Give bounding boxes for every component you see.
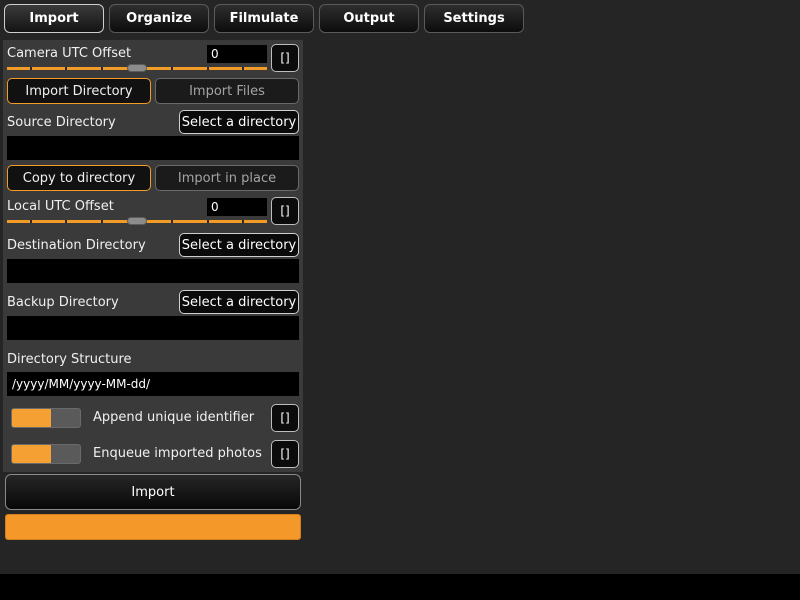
append-identifier-switch-fill [12, 409, 52, 427]
directory-structure-field[interactable]: /yyyy/MM/yyyy-MM-dd/ [7, 372, 299, 396]
enqueue-photos-switch-fill [12, 445, 52, 463]
source-directory-field[interactable] [7, 136, 299, 160]
import-progress-fill [6, 515, 300, 539]
backup-directory-field[interactable] [7, 316, 299, 340]
destination-directory-field[interactable] [7, 259, 299, 283]
backup-directory-label: Backup Directory [7, 295, 119, 310]
import-progress-bar [5, 514, 301, 540]
camera-utc-slider-handle[interactable] [127, 64, 147, 72]
backup-select-directory-button[interactable]: Select a directory [179, 290, 299, 314]
local-utc-slider-handle[interactable] [127, 217, 147, 225]
append-identifier-switch[interactable] [11, 408, 81, 428]
import-directory-button[interactable]: Import Directory [7, 78, 151, 104]
bottom-bar [0, 574, 800, 600]
source-select-directory-button[interactable]: Select a directory [179, 110, 299, 134]
camera-utc-offset-field[interactable]: 0 [207, 45, 267, 63]
tab-output[interactable]: Output [319, 4, 419, 33]
tab-filmulate[interactable]: Filmulate [214, 4, 314, 33]
local-utc-offset-field[interactable]: 0 [207, 198, 267, 216]
local-utc-reset-button[interactable]: [] [271, 197, 299, 225]
enqueue-photos-reset-button[interactable]: [] [271, 440, 299, 468]
tab-bar: Import Organize Filmulate Output Setting… [0, 0, 800, 37]
destination-select-directory-button[interactable]: Select a directory [179, 233, 299, 257]
camera-utc-reset-button[interactable]: [] [271, 44, 299, 72]
enqueue-photos-label: Enqueue imported photos [93, 446, 262, 461]
import-in-place-button[interactable]: Import in place [155, 165, 299, 191]
append-identifier-label: Append unique identifier [93, 410, 255, 425]
source-directory-label: Source Directory [7, 115, 116, 130]
tab-import[interactable]: Import [4, 4, 104, 33]
append-identifier-reset-button[interactable]: [] [271, 404, 299, 432]
camera-utc-offset-label: Camera UTC Offset [7, 46, 132, 61]
copy-to-directory-button[interactable]: Copy to directory [7, 165, 151, 191]
tab-organize[interactable]: Organize [109, 4, 209, 33]
enqueue-photos-switch[interactable] [11, 444, 81, 464]
import-button[interactable]: Import [5, 474, 301, 510]
import-files-button[interactable]: Import Files [155, 78, 299, 104]
tab-settings[interactable]: Settings [424, 4, 524, 33]
destination-directory-label: Destination Directory [7, 238, 146, 253]
directory-structure-label: Directory Structure [7, 352, 132, 367]
local-utc-offset-label: Local UTC Offset [7, 199, 114, 214]
